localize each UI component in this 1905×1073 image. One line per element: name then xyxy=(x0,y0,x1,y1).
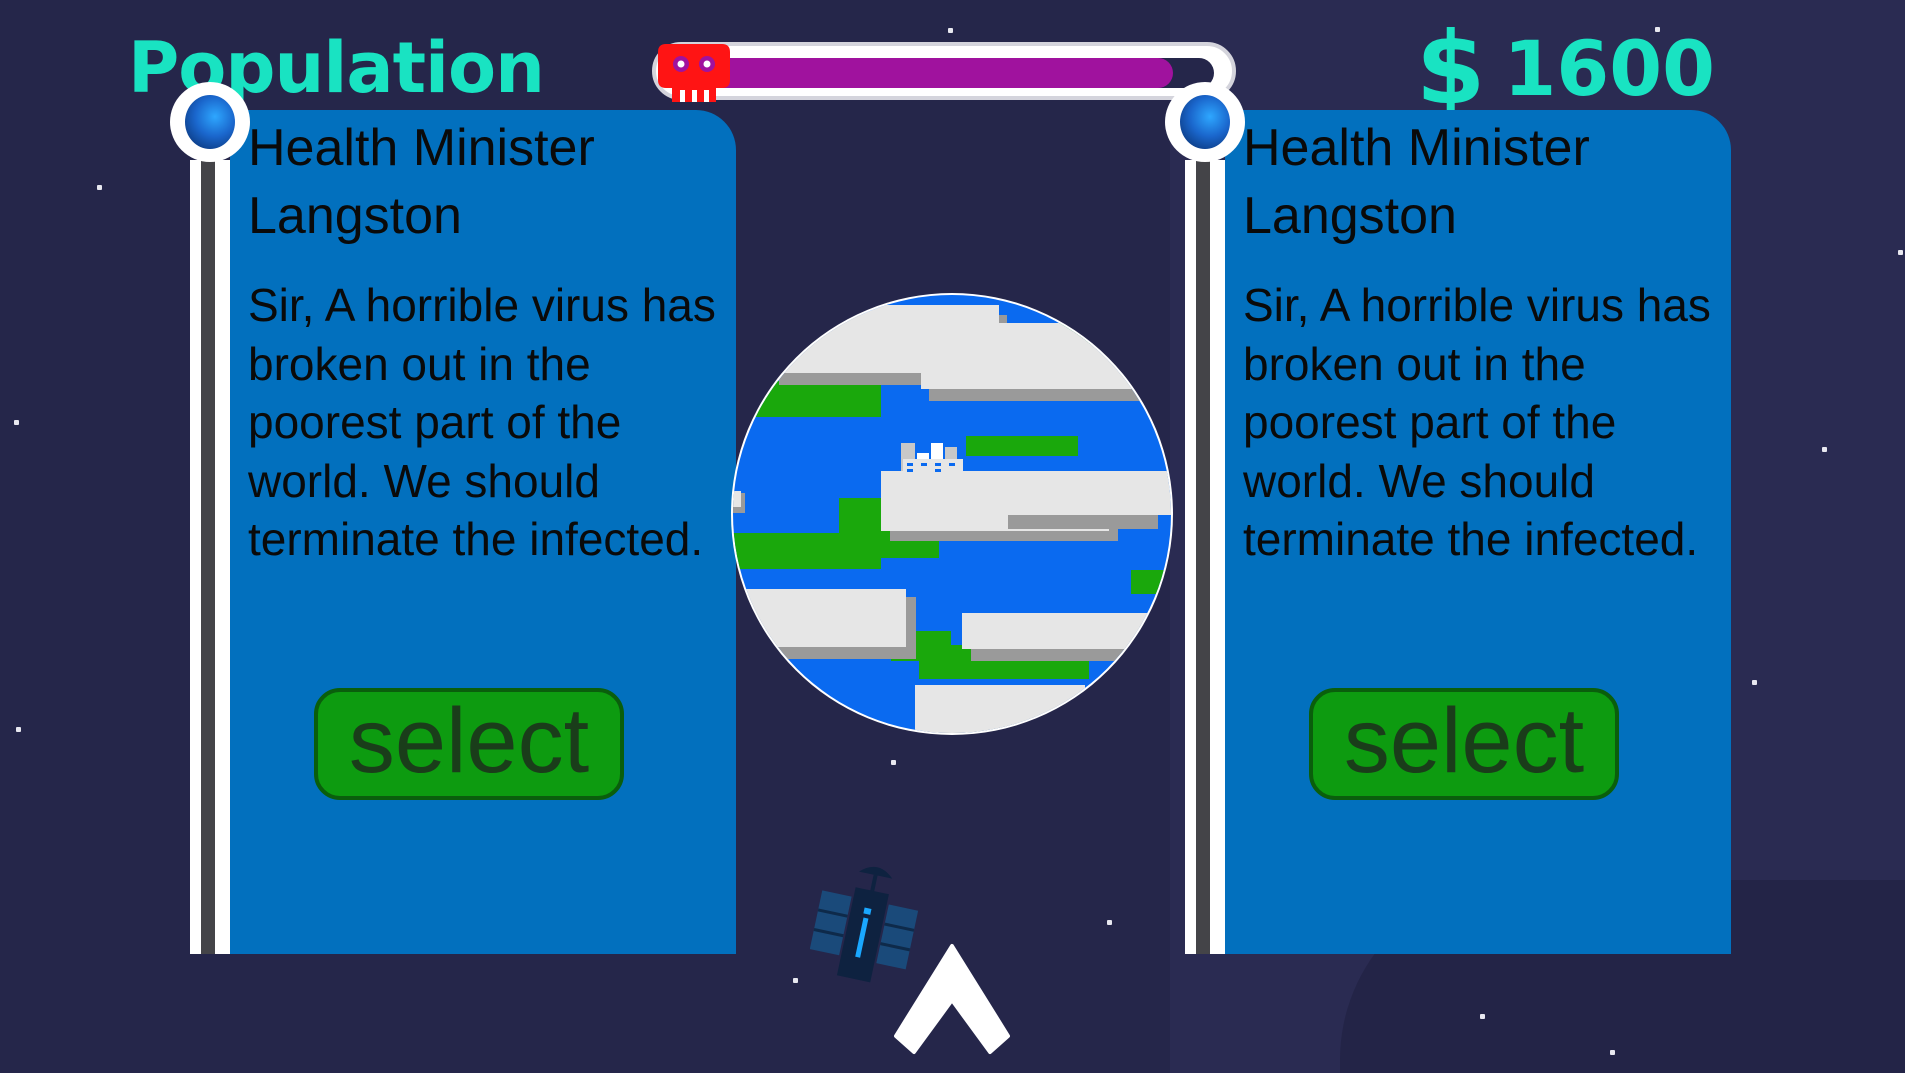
star xyxy=(1898,250,1903,255)
population-bar xyxy=(652,42,1236,100)
select-button[interactable]: select xyxy=(314,688,624,800)
star xyxy=(97,185,102,190)
card-title: Health Minister Langston xyxy=(248,119,595,245)
star xyxy=(891,760,896,765)
select-button[interactable]: select xyxy=(1309,688,1619,800)
select-button-label: select xyxy=(348,690,590,792)
star xyxy=(16,727,21,732)
card-message: Sir, A horrible virus has broken out in … xyxy=(1243,279,1711,565)
star xyxy=(793,978,798,983)
pole-rail-inner xyxy=(201,160,215,954)
population-bar-fill xyxy=(702,58,1174,88)
skull-icon xyxy=(658,44,730,102)
star xyxy=(1752,680,1757,685)
star xyxy=(14,420,19,425)
pole-rail-inner xyxy=(1196,160,1210,954)
card-title: Health Minister Langston xyxy=(1243,119,1590,245)
card-message: Sir, A horrible virus has broken out in … xyxy=(248,279,716,565)
gem-knob-icon xyxy=(170,82,250,162)
select-button-label: select xyxy=(1343,690,1585,792)
population-bar-track xyxy=(702,58,1214,88)
card-pole xyxy=(170,82,250,954)
star xyxy=(948,28,953,33)
star xyxy=(1822,447,1827,452)
gem-knob-icon xyxy=(1165,82,1245,162)
planet-earth-icon xyxy=(731,293,1173,735)
advisor-card-right: Health Minister Langston Sir, A horrible… xyxy=(1165,82,1731,954)
star xyxy=(1610,1050,1615,1055)
card-panel: Health Minister Langston Sir, A horrible… xyxy=(230,110,736,954)
star xyxy=(1480,1014,1485,1019)
up-arrow-icon[interactable] xyxy=(894,940,1010,1056)
star xyxy=(1107,920,1112,925)
card-pole xyxy=(1165,82,1245,954)
advisor-card-left: Health Minister Langston Sir, A horrible… xyxy=(170,82,736,954)
card-panel: Health Minister Langston Sir, A horrible… xyxy=(1225,110,1731,954)
